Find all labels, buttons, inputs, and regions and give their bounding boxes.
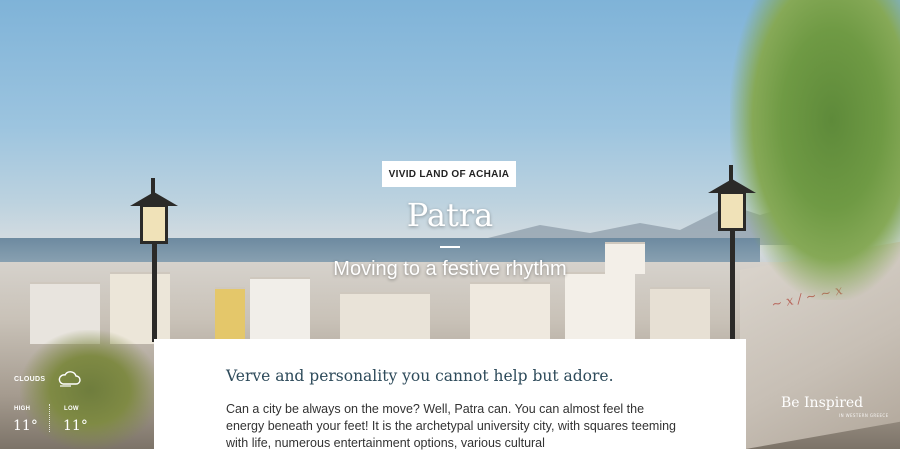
- brand-name: Be Inspired: [781, 395, 864, 411]
- weather-separator: [49, 404, 51, 432]
- intro-text: Can a city be always on the move? Well, …: [226, 402, 676, 450]
- cloud-icon: [58, 371, 81, 387]
- intro-card: Verve and personality you cannot help bu…: [154, 339, 746, 451]
- region-tag: VIVID LAND OF ACHAIA: [382, 161, 516, 187]
- page-subtitle: Moving to a festive rhythm: [333, 258, 567, 280]
- brand-logo[interactable]: Be Inspired IN WESTERN GREECE: [781, 395, 888, 418]
- page-title: Patra: [406, 196, 494, 234]
- low-label: LOW: [64, 406, 79, 412]
- intro-heading: Verve and personality you cannot help bu…: [226, 367, 614, 385]
- tree-left: [20, 330, 160, 449]
- tree-right: [730, 0, 900, 300]
- weather-condition: CLOUDS: [14, 376, 46, 383]
- high-label: HIGH: [14, 406, 31, 412]
- low-temperature: 11°: [63, 418, 88, 434]
- high-temperature: 11°: [13, 418, 38, 434]
- title-divider: [440, 246, 460, 248]
- brand-tagline: IN WESTERN GREECE: [839, 413, 889, 418]
